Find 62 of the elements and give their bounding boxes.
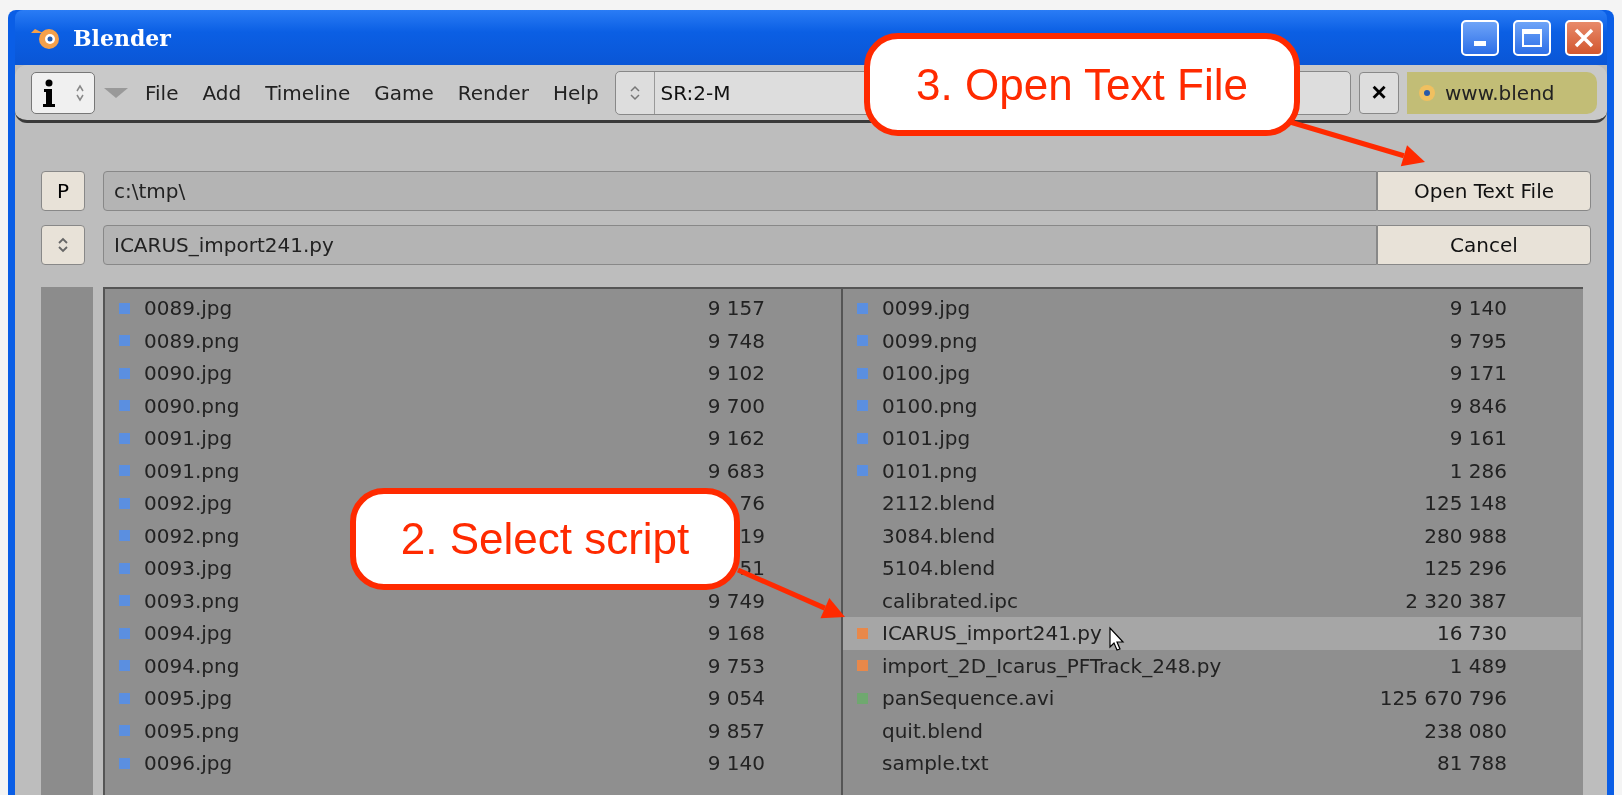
file-name: panSequence.avi — [882, 686, 1055, 711]
file-size: 9 749 — [707, 588, 765, 613]
file-name: 0099.png — [882, 328, 978, 353]
file-size: 238 080 — [1424, 718, 1507, 743]
file-name: 0089.jpg — [144, 296, 233, 321]
file-size: 9 054 — [707, 686, 765, 711]
file-name: 0099.jpg — [882, 296, 971, 321]
file-name: 0092.jpg — [144, 491, 233, 516]
file-size: 9 140 — [1449, 296, 1507, 321]
file-name: 0095.png — [144, 718, 240, 743]
file-size: 2 320 387 — [1405, 588, 1507, 613]
file-size: 1 489 — [1449, 653, 1507, 678]
file-size: 9 683 — [707, 458, 765, 483]
callout-tooltip: 2. Select script — [350, 488, 740, 590]
file-name: import_2D_Icarus_PFTrack_248.py — [882, 653, 1222, 678]
file-size: 9 102 — [707, 361, 765, 386]
file-size: 9 748 — [707, 328, 765, 353]
file-size: 9 857 — [707, 718, 765, 743]
file-name: 0093.jpg — [144, 556, 233, 581]
file-name: 0096.jpg — [144, 751, 233, 776]
file-size: 125 296 — [1424, 556, 1507, 581]
file-size: 9 157 — [707, 296, 765, 321]
file-name: 0090.jpg — [144, 361, 233, 386]
callout-tooltip: 3. Open Text File — [864, 33, 1300, 136]
file-size: 125 148 — [1424, 491, 1507, 516]
file-size: 9 161 — [1449, 426, 1507, 451]
file-name: 0090.png — [144, 393, 240, 418]
file-name: 0092.png — [144, 523, 240, 548]
file-size: 1 286 — [1449, 458, 1507, 483]
file-name: 0095.jpg — [144, 686, 233, 711]
file-size: 19 — [739, 523, 765, 548]
file-size: 280 988 — [1424, 523, 1507, 548]
file-name: 0100.png — [882, 393, 978, 418]
file-size: 81 788 — [1437, 751, 1507, 776]
window-title: Blender — [73, 24, 172, 51]
file-size: 76 — [739, 491, 765, 516]
file-size: 9 171 — [1449, 361, 1507, 386]
file-name: ICARUS_import241.py — [882, 621, 1102, 646]
file-name: 2112.blend — [882, 491, 996, 516]
file-name: 0093.png — [144, 588, 240, 613]
file-name: 0089.png — [144, 328, 240, 353]
file-size: 9 846 — [1449, 393, 1507, 418]
file-name: 3084.blend — [882, 523, 996, 548]
file-name: 0091.jpg — [144, 426, 233, 451]
file-name: sample.txt — [882, 751, 989, 776]
file-name: 0091.png — [144, 458, 240, 483]
file-size: 9 168 — [707, 621, 765, 646]
file-size: 9 162 — [707, 426, 765, 451]
file-name: 5104.blend — [882, 556, 996, 581]
file-name: 0094.png — [144, 653, 240, 678]
file-size: 9 753 — [707, 653, 765, 678]
file-size: 16 730 — [1437, 621, 1507, 646]
file-name: 0101.png — [882, 458, 978, 483]
file-size: 125 670 796 — [1379, 686, 1507, 711]
file-size: 9 700 — [707, 393, 765, 418]
file-name: 0094.jpg — [144, 621, 233, 646]
file-name: 0100.jpg — [882, 361, 971, 386]
file-name: calibrated.ipc — [882, 588, 1018, 613]
file-name: 0101.jpg — [882, 426, 971, 451]
file-size: 9 795 — [1449, 328, 1507, 353]
file-name: quit.blend — [882, 718, 984, 743]
file-size: 9 140 — [707, 751, 765, 776]
